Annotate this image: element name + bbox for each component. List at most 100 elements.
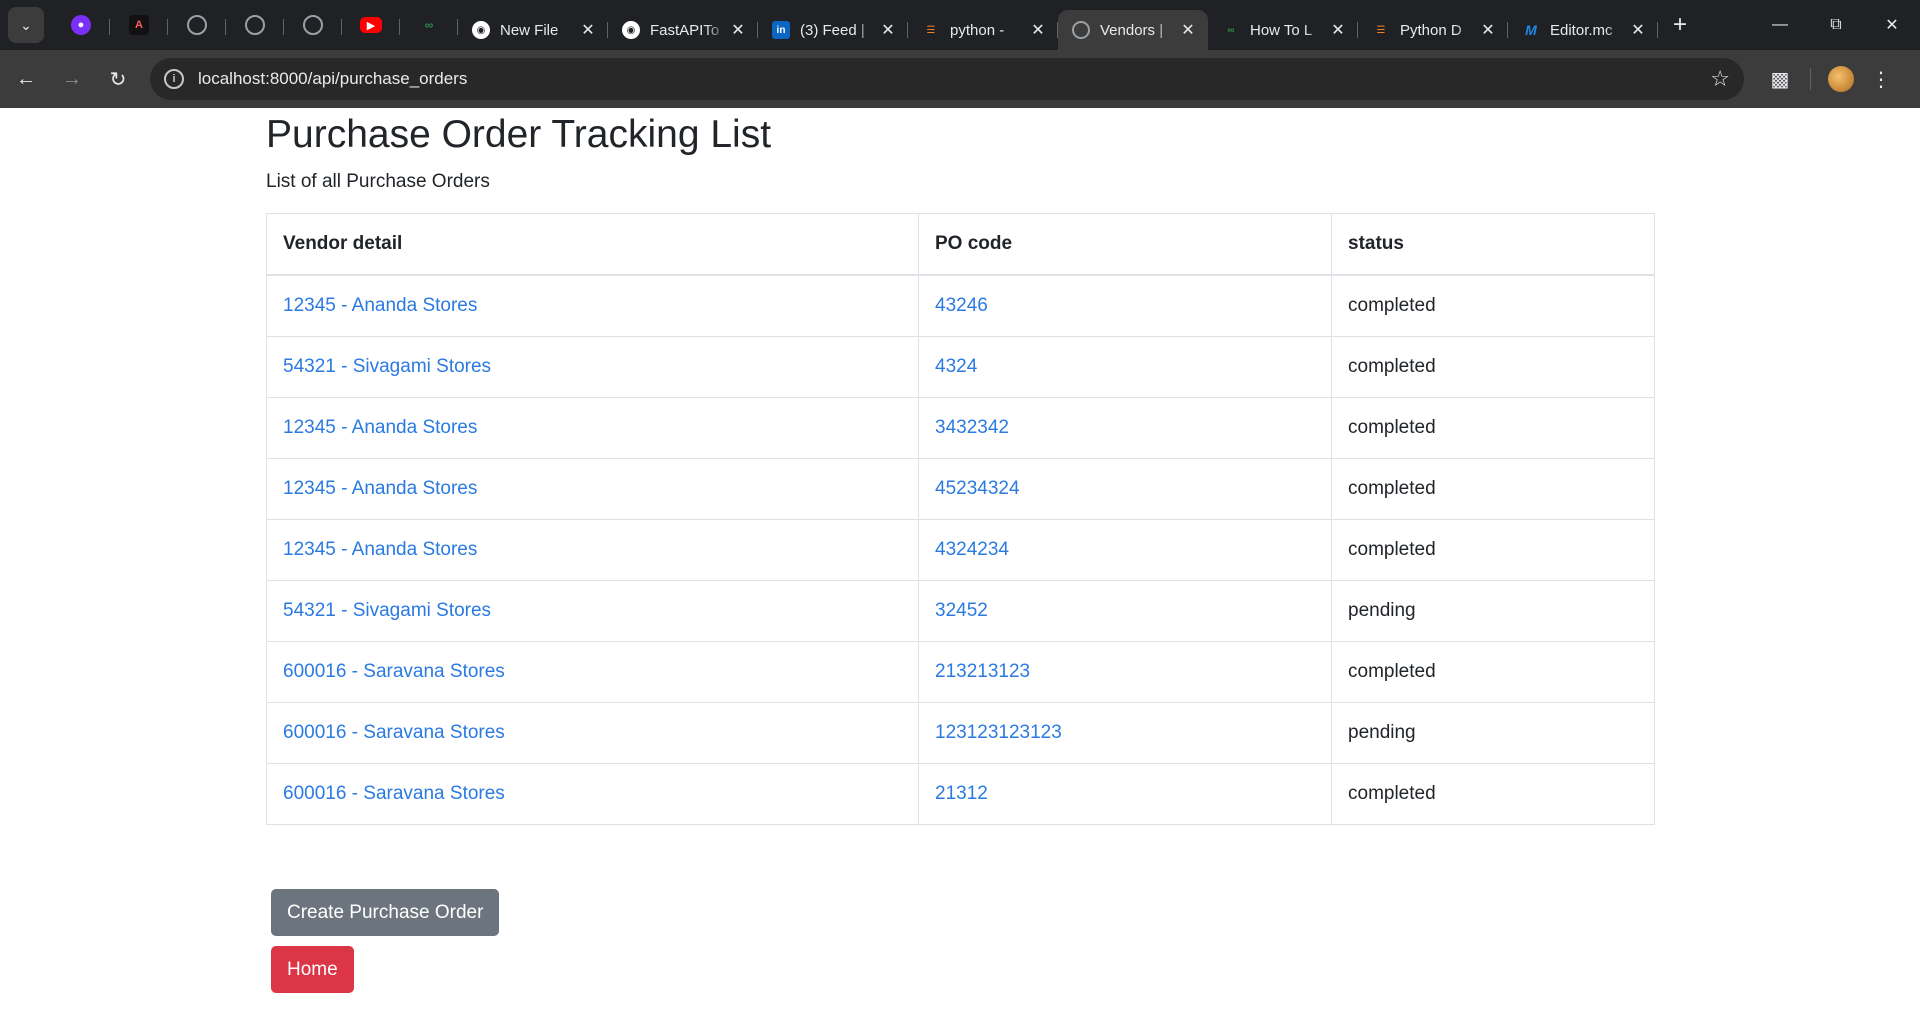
- po-code-link[interactable]: 4324: [935, 356, 977, 377]
- vendor-link[interactable]: 54321 - Sivagami Stores: [283, 600, 491, 621]
- forward-button[interactable]: →: [52, 59, 92, 99]
- tab[interactable]: ◉ New File ✕: [458, 10, 608, 50]
- reload-button[interactable]: ↻: [98, 59, 138, 99]
- status-cell: pending: [1331, 579, 1655, 642]
- address-bar[interactable]: i localhost:8000/api/purchase_orders ☆: [150, 58, 1744, 100]
- create-purchase-order-button[interactable]: Create Purchase Order: [271, 889, 500, 936]
- browser-toolbar: ← → ↻ i localhost:8000/api/purchase_orde…: [0, 50, 1920, 108]
- vendor-link[interactable]: 600016 - Saravana Stores: [283, 661, 505, 682]
- po-code-link[interactable]: 43246: [935, 295, 988, 316]
- pinned-tab[interactable]: [284, 5, 342, 45]
- close-icon[interactable]: ✕: [1328, 20, 1348, 40]
- status-cell: completed: [1331, 396, 1655, 459]
- vendor-cell: 54321 - Sivagami Stores: [266, 335, 919, 398]
- profile-button[interactable]: [1821, 59, 1861, 99]
- globe-icon: [303, 15, 323, 35]
- status-cell: completed: [1331, 274, 1655, 337]
- status-cell: completed: [1331, 457, 1655, 520]
- vendor-cell: 12345 - Ananda Stores: [266, 396, 919, 459]
- site-info-icon[interactable]: i: [164, 69, 184, 89]
- pinned-tab[interactable]: ●: [52, 5, 110, 45]
- page-subtitle: List of all Purchase Orders: [266, 170, 490, 192]
- pinned-tab[interactable]: A: [110, 5, 168, 45]
- vendor-cell: 12345 - Ananda Stores: [266, 457, 919, 520]
- bookmark-star-icon[interactable]: ☆: [1710, 66, 1730, 92]
- vendor-cell: 12345 - Ananda Stores: [266, 274, 919, 337]
- vendor-link[interactable]: 600016 - Saravana Stores: [283, 722, 505, 743]
- table-row: 12345 - Ananda Stores 4324234 completed: [266, 518, 1655, 581]
- pinned-tab[interactable]: ∞: [400, 5, 458, 45]
- tab-title: FastAPITo: [650, 21, 720, 39]
- vendor-link[interactable]: 54321 - Sivagami Stores: [283, 356, 491, 377]
- address-url[interactable]: localhost:8000/api/purchase_orders: [198, 69, 1710, 89]
- po-code-link[interactable]: 213213123: [935, 661, 1030, 682]
- tab[interactable]: ◉ FastAPITo ✕: [608, 10, 758, 50]
- arrow-right-icon: →: [62, 67, 82, 90]
- close-icon[interactable]: ✕: [728, 20, 748, 40]
- github-icon: ◉: [622, 21, 640, 39]
- vendor-link[interactable]: 600016 - Saravana Stores: [283, 783, 505, 804]
- close-icon[interactable]: ✕: [1178, 20, 1198, 40]
- vendor-link[interactable]: 12345 - Ananda Stores: [283, 295, 477, 316]
- tab[interactable]: in (3) Feed | ✕: [758, 10, 908, 50]
- tab-search-button[interactable]: ⌄: [8, 7, 44, 43]
- po-code-link[interactable]: 123123123123: [935, 722, 1062, 743]
- po-code-link[interactable]: 45234324: [935, 478, 1020, 499]
- tab-active[interactable]: Vendors | ✕: [1058, 10, 1208, 50]
- table-row: 600016 - Saravana Stores 21312 completed: [266, 762, 1655, 825]
- vendor-link[interactable]: 12345 - Ananda Stores: [283, 417, 477, 438]
- extensions-button[interactable]: ▩: [1760, 59, 1800, 99]
- vendor-link[interactable]: 12345 - Ananda Stores: [283, 478, 477, 499]
- linkedin-icon: in: [772, 21, 790, 39]
- tab[interactable]: M Editor.mc ✕: [1508, 10, 1658, 50]
- close-icon[interactable]: ✕: [578, 20, 598, 40]
- table-body: 12345 - Ananda Stores 43246 completed 54321…: [266, 274, 1655, 825]
- po-code-link[interactable]: 21312: [935, 783, 988, 804]
- github-icon: ◉: [472, 21, 490, 39]
- close-icon[interactable]: ✕: [878, 20, 898, 40]
- minimize-button[interactable]: —: [1752, 0, 1808, 50]
- table-row: 600016 - Saravana Stores 213213123 complet…: [266, 640, 1655, 703]
- close-icon[interactable]: ✕: [1478, 20, 1498, 40]
- tab-list: ◉ New File ✕ ◉ FastAPITo ✕ in (3) Feed |…: [458, 0, 1658, 50]
- pinned-tab[interactable]: [226, 5, 284, 45]
- pinned-tabs: ● A ▶ ∞: [52, 5, 458, 45]
- vendor-cell: 600016 - Saravana Stores: [266, 640, 919, 703]
- pinned-tab[interactable]: [168, 5, 226, 45]
- po-code-link[interactable]: 3432342: [935, 417, 1009, 438]
- table-row: 600016 - Saravana Stores 123123123123 pend…: [266, 701, 1655, 764]
- table-row: 12345 - Ananda Stores 3432342 completed: [266, 396, 1655, 459]
- new-tab-button[interactable]: +: [1662, 7, 1698, 43]
- create-button-wrapper: Create Purchase Order: [271, 889, 500, 936]
- po-code-cell: 3432342: [918, 396, 1332, 459]
- close-window-button[interactable]: ✕: [1864, 0, 1920, 50]
- po-code-link[interactable]: 32452: [935, 600, 988, 621]
- close-icon[interactable]: ✕: [1028, 20, 1048, 40]
- tab-title: New File: [500, 21, 559, 39]
- po-code-cell: 4324: [918, 335, 1332, 398]
- pinned-tab[interactable]: ▶: [342, 5, 400, 45]
- tab-title: Vendors |: [1100, 21, 1164, 39]
- chevron-down-icon: ⌄: [20, 16, 32, 33]
- vendor-link[interactable]: 12345 - Ananda Stores: [283, 539, 477, 560]
- tab[interactable]: ☰ Python D ✕: [1358, 10, 1508, 50]
- restore-button[interactable]: ⧉: [1808, 0, 1864, 50]
- table-row: 12345 - Ananda Stores 43246 completed: [266, 274, 1655, 337]
- purchase-orders-table: Vendor detail PO code status 12345 - Ana…: [266, 212, 1655, 825]
- tab[interactable]: ∞ How To L ✕: [1208, 10, 1358, 50]
- reload-icon: ↻: [109, 68, 127, 91]
- plus-icon: +: [1672, 11, 1687, 38]
- close-icon[interactable]: ✕: [1628, 20, 1648, 40]
- menu-button[interactable]: ⋮: [1861, 59, 1901, 99]
- back-button[interactable]: ←: [6, 59, 46, 99]
- home-button[interactable]: Home: [271, 946, 354, 993]
- avatar: [1828, 66, 1854, 92]
- app-icon: ●: [71, 15, 91, 35]
- column-header-vendor: Vendor detail: [266, 212, 919, 277]
- po-code-link[interactable]: 4324234: [935, 539, 1009, 560]
- window-controls: — ⧉ ✕: [1752, 0, 1920, 50]
- po-code-cell: 32452: [918, 579, 1332, 642]
- arrow-left-icon: ←: [16, 67, 36, 90]
- tab[interactable]: ☰ python - ✕: [908, 10, 1058, 50]
- toolbar-actions: ▩ ⋮: [1760, 59, 1901, 99]
